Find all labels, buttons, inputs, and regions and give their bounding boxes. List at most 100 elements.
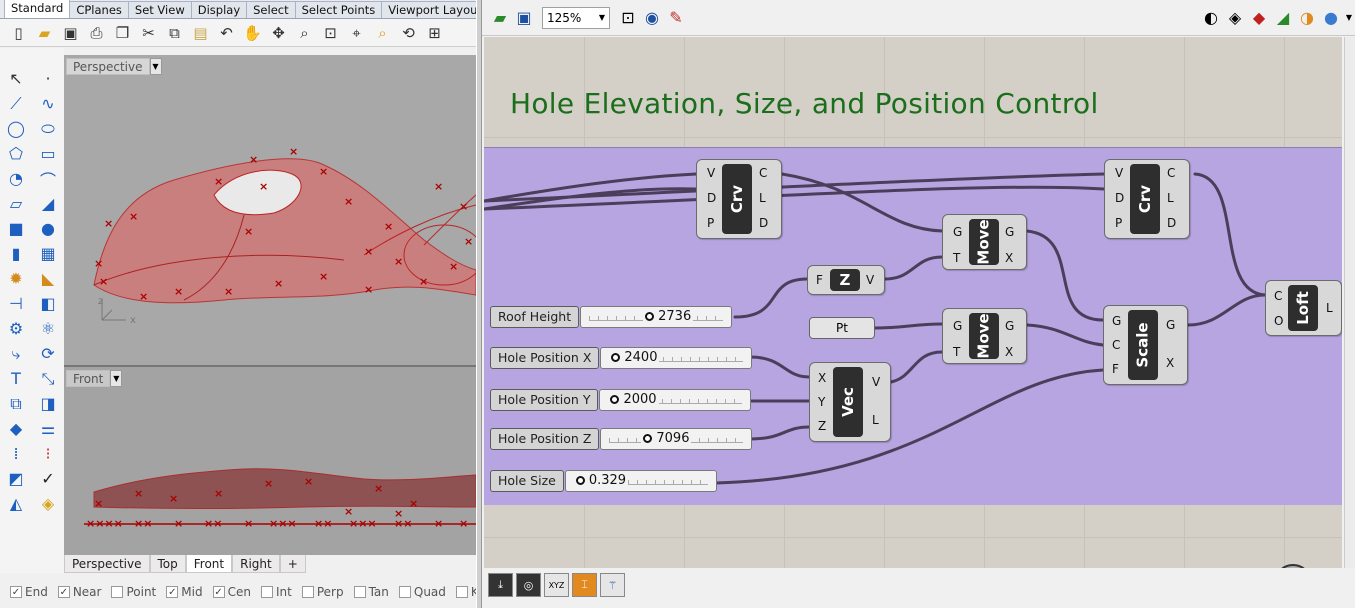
- check-icon[interactable]: ✓: [32, 466, 64, 491]
- osnap-tan[interactable]: Tan: [353, 585, 389, 599]
- layer-icon[interactable]: ◩: [0, 466, 32, 491]
- polyline-icon[interactable]: ⟋: [0, 91, 32, 116]
- chevron-down-icon[interactable]: ▼: [149, 57, 162, 75]
- sketch-pen-icon[interactable]: ✎: [664, 6, 688, 30]
- point-param[interactable]: Pt: [809, 317, 875, 339]
- osnap-checkbox[interactable]: ✓: [212, 586, 225, 598]
- preview-selected-icon[interactable]: ◆: [1247, 6, 1271, 30]
- xyz-icon[interactable]: XYZ: [544, 573, 569, 597]
- undo-view-icon[interactable]: ⟲: [398, 22, 419, 43]
- osnap-checkbox[interactable]: [455, 586, 468, 598]
- slider-hole-z-track[interactable]: 7096: [600, 428, 753, 450]
- zoom-extents-icon[interactable]: ⊡: [616, 6, 640, 30]
- front-label[interactable]: Front: [66, 369, 111, 387]
- fillet-icon[interactable]: ⌒: [32, 166, 64, 191]
- scale-output-x[interactable]: X: [1166, 356, 1174, 370]
- crv-component-1[interactable]: V D P Crv C L D: [696, 159, 782, 239]
- rectangle-icon[interactable]: ▭: [32, 141, 64, 166]
- mesh-icon[interactable]: ▦: [32, 241, 64, 266]
- canvas-scrollbar[interactable]: [1344, 37, 1355, 568]
- chevron-down-icon[interactable]: ▼: [110, 369, 123, 387]
- crv2-output-l[interactable]: L: [1167, 191, 1174, 205]
- slider-hole-x[interactable]: Hole Position X 2400: [490, 346, 753, 370]
- circle-icon[interactable]: ◯: [0, 116, 32, 141]
- move-component-2[interactable]: G T Move G X: [942, 308, 1027, 364]
- tab-select[interactable]: Select: [246, 1, 296, 18]
- scale-component[interactable]: G C F Scale G X: [1103, 305, 1188, 385]
- preview-eye-icon[interactable]: ◉: [640, 6, 664, 30]
- move1-input-g[interactable]: G: [953, 225, 962, 239]
- orient-icon[interactable]: ⁝: [32, 441, 64, 466]
- slider-hole-z[interactable]: Hole Position Z 7096: [490, 427, 753, 451]
- slider-hole-size[interactable]: Hole Size 0.329: [490, 469, 717, 493]
- mirror-icon[interactable]: ◨: [32, 391, 64, 416]
- crv1-output-d[interactable]: D: [759, 216, 768, 230]
- scale-output-g[interactable]: G: [1166, 318, 1175, 332]
- rotate-view-icon[interactable]: ✥: [268, 22, 289, 43]
- z-input-f[interactable]: F: [816, 273, 823, 287]
- zoom-extents-icon[interactable]: ⌖: [346, 22, 367, 43]
- scale-input-g[interactable]: G: [1112, 314, 1121, 328]
- sphere-icon[interactable]: ◎: [516, 573, 541, 597]
- scale-input-f[interactable]: F: [1112, 362, 1119, 376]
- loft-output-l[interactable]: L: [1326, 301, 1333, 315]
- boolean-icon[interactable]: ◣: [32, 266, 64, 291]
- vec-input-z[interactable]: Z: [818, 419, 826, 433]
- loft-component[interactable]: C O Loft L: [1265, 280, 1342, 336]
- print-icon[interactable]: ⎙: [86, 22, 107, 43]
- osnap-checkbox[interactable]: ✓: [10, 586, 22, 598]
- zoom-select[interactable]: 125% ▼: [542, 6, 610, 29]
- z-output-v[interactable]: V: [866, 273, 874, 287]
- array-icon[interactable]: ⁞: [0, 441, 32, 466]
- view-tab-perspective[interactable]: Perspective: [64, 555, 150, 573]
- paint-icon[interactable]: ◈: [32, 491, 64, 516]
- ellipse-icon[interactable]: ⬭: [32, 116, 64, 141]
- rotate-icon[interactable]: ⟳: [32, 341, 64, 366]
- slider-roof-height-track[interactable]: 2736: [580, 306, 733, 328]
- curve-icon[interactable]: ∿: [32, 91, 64, 116]
- view-tab-front[interactable]: Front: [185, 555, 233, 573]
- crv2-input-p[interactable]: P: [1115, 216, 1122, 230]
- crv1-output-l[interactable]: L: [759, 191, 766, 205]
- sphere-icon[interactable]: ●: [32, 216, 64, 241]
- loft-surface-icon[interactable]: ◢: [32, 191, 64, 216]
- crv1-output-c[interactable]: C: [759, 166, 767, 180]
- crv1-input-v[interactable]: V: [707, 166, 715, 180]
- slider-hole-x-track[interactable]: 2400: [600, 347, 753, 369]
- view-tab-right[interactable]: Right: [232, 555, 280, 573]
- loft-input-c[interactable]: C: [1274, 289, 1282, 303]
- open-file-icon[interactable]: ▰: [488, 6, 512, 30]
- slider-hole-z-value[interactable]: 7096: [641, 431, 692, 446]
- move-component-1[interactable]: G T Move G X: [942, 214, 1027, 270]
- sphere-preview-icon[interactable]: ●: [1319, 6, 1343, 30]
- analyze-icon[interactable]: ⚌: [32, 416, 64, 441]
- vector-xyz-component[interactable]: X Y Z Vec V L: [809, 362, 891, 442]
- vec-output-v[interactable]: V: [872, 375, 880, 389]
- open-folder-icon[interactable]: ▰: [34, 22, 55, 43]
- viewport-layout-icon[interactable]: ⊞: [424, 22, 445, 43]
- dimension-icon[interactable]: ⤡: [32, 366, 64, 391]
- slider-hole-x-value[interactable]: 2400: [609, 350, 660, 365]
- tab-standard[interactable]: Standard: [4, 0, 71, 18]
- osnap-near[interactable]: ✓ Near: [57, 585, 101, 599]
- download-icon[interactable]: ⤓: [488, 573, 513, 597]
- move1-output-x[interactable]: X: [1005, 251, 1013, 265]
- zoom-icon[interactable]: ⌕: [294, 22, 315, 43]
- slider-hole-y-value[interactable]: 2000: [608, 392, 659, 407]
- bake-icon[interactable]: ◢: [1271, 6, 1295, 30]
- properties-icon[interactable]: ❐: [112, 22, 133, 43]
- crv2-input-v[interactable]: V: [1115, 166, 1123, 180]
- surface-icon[interactable]: ▱: [0, 191, 32, 216]
- osnap-quad[interactable]: Quad: [398, 585, 446, 599]
- save-icon[interactable]: ▣: [60, 22, 81, 43]
- chevron-down-icon[interactable]: ▼: [1343, 6, 1355, 30]
- crv-component-2[interactable]: V D P Crv C L D: [1104, 159, 1190, 239]
- select-arrow-icon[interactable]: ↖: [0, 66, 32, 91]
- osnap-checkbox[interactable]: [260, 586, 273, 598]
- osnap-perp[interactable]: Perp: [301, 585, 344, 599]
- gear-icon[interactable]: ✹: [0, 266, 32, 291]
- slider-hole-size-value[interactable]: 0.329: [573, 473, 629, 488]
- loft-input-o[interactable]: O: [1274, 314, 1283, 328]
- unit-z-component[interactable]: F Z V: [807, 265, 885, 295]
- save-icon[interactable]: ▣: [512, 6, 536, 30]
